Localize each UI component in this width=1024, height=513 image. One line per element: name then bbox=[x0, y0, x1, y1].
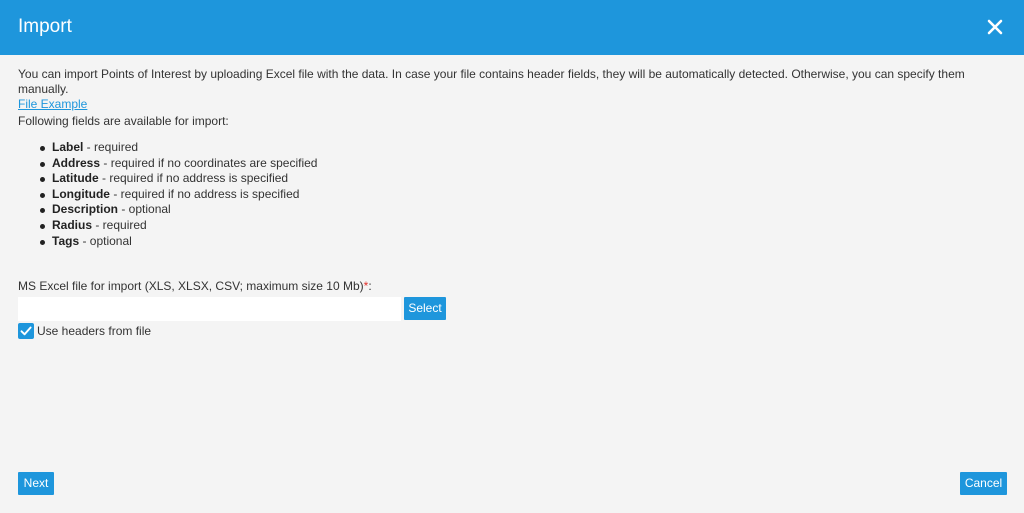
checkmark-icon bbox=[20, 326, 32, 336]
field-desc: - required if no address is specified bbox=[109, 186, 300, 201]
list-item: Address - required if no coordinates are… bbox=[18, 156, 317, 172]
dialog-title: Import bbox=[18, 16, 72, 37]
intro-paragraph: You can import Points of Interest by upl… bbox=[18, 67, 1008, 112]
list-item: Description - optional bbox=[18, 202, 317, 218]
field-name: Address bbox=[52, 155, 101, 170]
list-item: Radius - required bbox=[18, 218, 317, 234]
file-path-input[interactable] bbox=[18, 297, 401, 321]
label-colon: : bbox=[368, 279, 372, 293]
list-item: Tags - optional bbox=[18, 234, 317, 250]
intro-text: You can import Points of Interest by upl… bbox=[18, 67, 965, 96]
next-button[interactable]: Next bbox=[18, 472, 54, 495]
dialog-header: Import bbox=[0, 0, 1024, 55]
close-icon bbox=[987, 19, 1003, 35]
use-headers-checkbox[interactable] bbox=[18, 323, 34, 339]
file-upload-label-text: MS Excel file for import (XLS, XLSX, CSV… bbox=[18, 279, 364, 293]
file-upload-label: MS Excel file for import (XLS, XLSX, CSV… bbox=[18, 279, 372, 294]
file-example-link[interactable]: File Example bbox=[18, 97, 87, 111]
cancel-button[interactable]: Cancel bbox=[960, 472, 1007, 495]
field-desc: - optional bbox=[79, 233, 132, 248]
field-desc: - required if no address is specified bbox=[98, 171, 289, 186]
field-name: Description bbox=[52, 202, 119, 217]
close-button[interactable] bbox=[984, 16, 1006, 38]
field-desc: - required bbox=[83, 140, 139, 154]
fields-list: Label - required Address - required if n… bbox=[18, 140, 317, 249]
field-name: Latitude bbox=[52, 171, 99, 186]
fields-heading: Following fields are available for impor… bbox=[18, 114, 229, 128]
field-desc: - required if no coordinates are specifi… bbox=[100, 155, 318, 170]
field-desc: - required bbox=[92, 217, 147, 232]
field-name: Longitude bbox=[52, 186, 110, 201]
list-item: Label - required bbox=[18, 140, 317, 156]
list-item: Latitude - required if no address is spe… bbox=[18, 171, 317, 187]
use-headers-label: Use headers from file bbox=[37, 324, 152, 338]
field-name: Label bbox=[52, 140, 84, 154]
list-item: Longitude - required if no address is sp… bbox=[18, 187, 317, 203]
field-name: Radius bbox=[52, 217, 93, 232]
field-name: Tags bbox=[52, 233, 80, 248]
field-desc: - optional bbox=[118, 202, 171, 217]
select-file-button[interactable]: Select bbox=[404, 297, 446, 320]
